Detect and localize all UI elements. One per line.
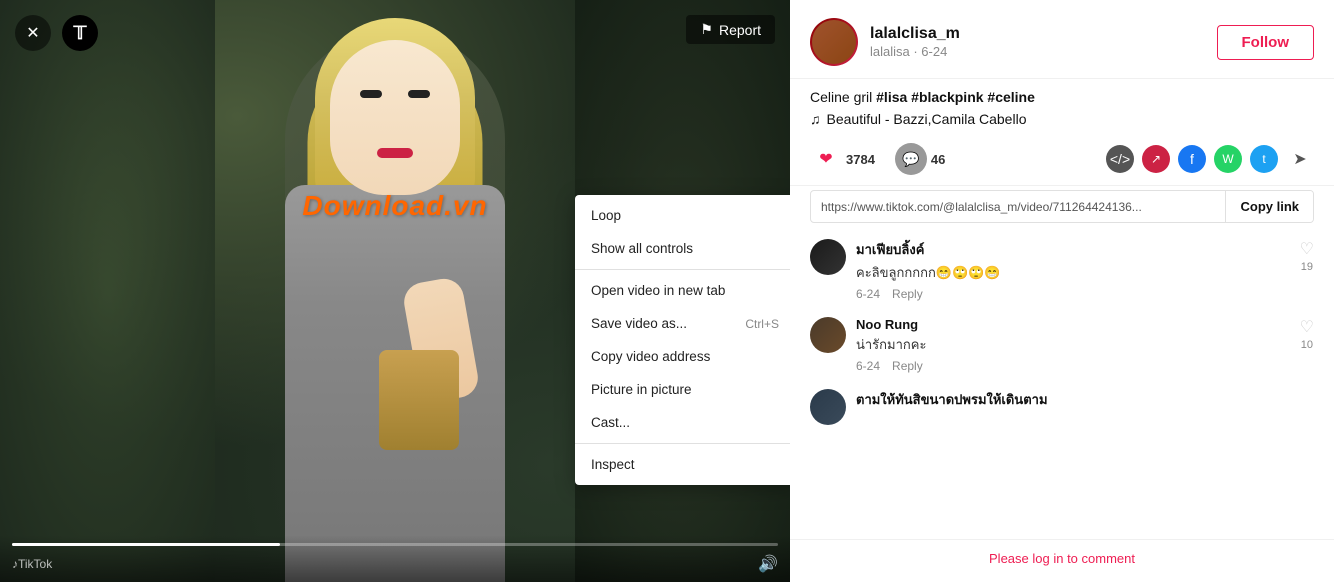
copy-link-button[interactable]: Copy link xyxy=(1225,191,1313,222)
context-menu: Loop Show all controls Open video in new… xyxy=(575,195,790,485)
context-menu-save-video[interactable]: Save video as... Ctrl+S xyxy=(575,307,790,340)
commenter-name: ตามให้ทันสิขนาดปพรมให้เดินตาม xyxy=(856,389,1314,410)
action-bar: ❤ 3784 💬 46 </> ↗ f W t ➤ xyxy=(790,133,1334,186)
comment-text: น่ารักมากคะ xyxy=(856,334,1290,355)
share-icons: </> ↗ f W t ➤ xyxy=(1106,145,1314,173)
context-menu-show-controls[interactable]: Show all controls xyxy=(575,232,790,265)
context-menu-loop[interactable]: Loop xyxy=(575,199,790,232)
comment-item: มาเฟียบลิ้งค์ คะลิขลูกกกกก😁🙄🙄😁 6-24 Repl… xyxy=(810,239,1314,301)
tiktok-logo: 𝕋 xyxy=(62,15,98,51)
comment-count: 46 xyxy=(931,152,945,167)
commenter-avatar xyxy=(810,389,846,425)
comment-like-button[interactable]: ♡ 10 xyxy=(1300,317,1314,373)
comment-content: มาเฟียบลิ้งค์ คะลิขลูกกกกก😁🙄🙄😁 6-24 Repl… xyxy=(856,239,1290,301)
context-menu-open-tab[interactable]: Open video in new tab xyxy=(575,274,790,307)
commenter-name: มาเฟียบลิ้งค์ xyxy=(856,239,1290,260)
like-count: 3784 xyxy=(846,152,875,167)
flag-icon: ⚑ xyxy=(700,21,713,38)
user-avatar xyxy=(810,18,858,66)
user-header: lalalclisa_m lalalisa · 6-24 Follow xyxy=(790,0,1334,79)
right-panel: lalalclisa_m lalalisa · 6-24 Follow Celi… xyxy=(790,0,1334,582)
comment-date: 6-24 xyxy=(856,287,880,301)
video-blur-left xyxy=(0,0,215,582)
comment-icon: 💬 xyxy=(902,151,919,168)
comment-date: 6-24 xyxy=(856,359,880,373)
progress-fill xyxy=(12,543,280,546)
send-button[interactable]: ➤ xyxy=(1286,145,1314,173)
volume-icon[interactable]: 🔊 xyxy=(758,554,778,574)
context-menu-separator-1 xyxy=(575,269,790,270)
commenter-avatar xyxy=(810,239,846,275)
like-button[interactable]: ❤ xyxy=(810,143,842,175)
login-prompt: Please log in to comment xyxy=(790,539,1334,582)
context-menu-separator-2 xyxy=(575,443,790,444)
comment-item: ตามให้ทันสิขนาดปพรมให้เดินตาม xyxy=(810,389,1314,425)
like-count: 19 xyxy=(1301,261,1313,273)
username: lalalclisa_m xyxy=(870,25,1217,43)
commenter-name: Noo Rung xyxy=(856,317,1290,332)
reply-button[interactable]: Reply xyxy=(892,287,923,301)
like-count: 10 xyxy=(1301,339,1313,351)
whatsapp-share-button[interactable]: W xyxy=(1214,145,1242,173)
progress-bar[interactable] xyxy=(12,543,778,546)
heart-icon: ♡ xyxy=(1300,317,1314,337)
comment-like-button[interactable]: ♡ 19 xyxy=(1300,239,1314,301)
comment-meta: 6-24 Reply xyxy=(856,287,1290,301)
comment-text: คะลิขลูกกกกก😁🙄🙄😁 xyxy=(856,262,1290,283)
description-text: Celine gril #lisa #blackpink #celine xyxy=(810,89,1314,105)
song-name: Beautiful - Bazzi,Camila Cabello xyxy=(827,111,1027,127)
context-menu-cast[interactable]: Cast... xyxy=(575,406,790,439)
reply-button[interactable]: Reply xyxy=(892,359,923,373)
comment-content: Noo Rung น่ารักมากคะ 6-24 Reply xyxy=(856,317,1290,373)
music-note-icon: ♫ xyxy=(810,111,821,127)
follow-button[interactable]: Follow xyxy=(1217,25,1315,60)
twitter-share-button[interactable]: t xyxy=(1250,145,1278,173)
comment-button[interactable]: 💬 xyxy=(895,143,927,175)
commenter-avatar xyxy=(810,317,846,353)
context-menu-inspect[interactable]: Inspect xyxy=(575,448,790,481)
share-arrow-button[interactable]: ↗ xyxy=(1142,145,1170,173)
facebook-share-button[interactable]: f xyxy=(1178,145,1206,173)
context-menu-pip[interactable]: Picture in picture xyxy=(575,373,790,406)
watermark: ♪TikTok xyxy=(12,557,52,571)
comment-content: ตามให้ทันสิขนาดปพรมให้เดินตาม xyxy=(856,389,1314,425)
comment-meta: 6-24 Reply xyxy=(856,359,1290,373)
embed-button[interactable]: </> xyxy=(1106,145,1134,173)
close-button[interactable]: ✕ xyxy=(15,15,51,51)
music-info: ♫ Beautiful - Bazzi,Camila Cabello xyxy=(810,111,1314,127)
heart-icon: ♡ xyxy=(1300,239,1314,259)
user-sub: lalalisa · 6-24 xyxy=(870,44,1217,59)
comment-item: Noo Rung น่ารักมากคะ 6-24 Reply ♡ 10 xyxy=(810,317,1314,373)
video-panel: Download.vn ✕ 𝕋 ⚑ Report Loop Show all c… xyxy=(0,0,790,582)
share-link: https://www.tiktok.com/@lalalclisa_m/vid… xyxy=(811,192,1225,222)
user-info: lalalclisa_m lalalisa · 6-24 xyxy=(870,25,1217,59)
context-menu-copy-address[interactable]: Copy video address xyxy=(575,340,790,373)
link-bar: https://www.tiktok.com/@lalalclisa_m/vid… xyxy=(810,190,1314,223)
login-link[interactable]: Please log in to comment xyxy=(989,551,1135,566)
comments-section: มาเฟียบลิ้งค์ คะลิขลูกกกกก😁🙄🙄😁 6-24 Repl… xyxy=(790,231,1334,539)
description: Celine gril #lisa #blackpink #celine ♫ B… xyxy=(790,79,1334,133)
report-button[interactable]: ⚑ Report xyxy=(686,15,775,44)
video-controls: ♪TikTok 🔊 xyxy=(0,535,790,582)
